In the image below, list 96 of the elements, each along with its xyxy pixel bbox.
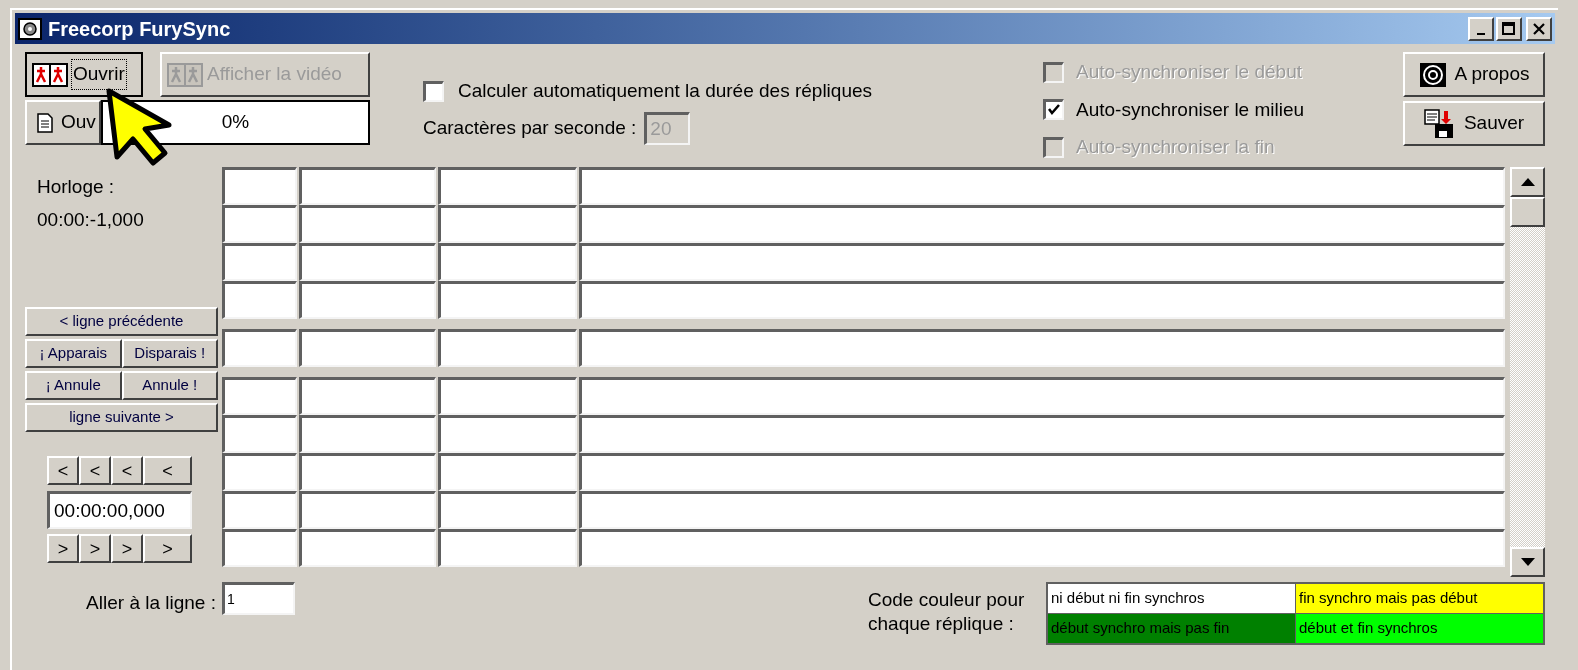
time-field[interactable]: 00:00:00,000	[47, 491, 192, 529]
table-cell[interactable]	[299, 281, 436, 319]
table-cell[interactable]	[438, 491, 577, 529]
legend-swatch: ni début ni fin synchros	[1048, 584, 1295, 613]
table-cell[interactable]	[579, 281, 1505, 319]
legend-swatch: fin synchro mais pas début	[1296, 584, 1543, 613]
table-cell[interactable]	[438, 167, 577, 205]
step-button[interactable]: >	[111, 534, 143, 563]
open-text-button[interactable]: Ouv	[25, 100, 101, 145]
checkbox[interactable]	[1043, 99, 1064, 121]
table-cell[interactable]	[579, 377, 1505, 415]
step-button[interactable]: <	[143, 456, 192, 485]
table-cell[interactable]	[299, 415, 436, 453]
table-cell[interactable]	[299, 529, 436, 567]
table-cell[interactable]	[222, 205, 297, 243]
table-cell[interactable]	[299, 453, 436, 491]
maximize-button[interactable]	[1496, 16, 1522, 41]
clock-value: 00:00:-1,000	[37, 207, 145, 232]
about-button[interactable]: A propos	[1403, 52, 1545, 97]
table-cell[interactable]	[299, 243, 436, 281]
table-cell[interactable]	[222, 243, 297, 281]
nav-button[interactable]: Annule !	[121, 371, 218, 400]
legend-swatch: début et fin synchros	[1296, 614, 1543, 643]
up-arrow-icon	[1520, 178, 1535, 186]
checkbox-label: Auto-synchroniser la fin	[1076, 135, 1275, 159]
table-cell[interactable]	[438, 453, 577, 491]
step-button[interactable]: <	[79, 456, 111, 485]
table-cell[interactable]	[579, 529, 1505, 567]
table-cell[interactable]	[438, 529, 577, 567]
scroll-down-button[interactable]	[1510, 547, 1545, 577]
table-cell[interactable]	[299, 377, 436, 415]
table-cell[interactable]	[438, 329, 577, 367]
legend-label: Code couleur pour chaque réplique :	[868, 588, 1026, 636]
table-cell[interactable]	[438, 205, 577, 243]
nav-button[interactable]: ¡ Annule	[25, 371, 122, 400]
film-strip-icon	[167, 62, 203, 87]
film-strip-icon	[32, 62, 68, 87]
table-cell[interactable]	[222, 415, 297, 453]
scroll-up-button[interactable]	[1510, 167, 1545, 197]
checkbox-label: Calculer automatiquement la durée des répliques	[458, 79, 873, 103]
legend-swatch: début synchro mais pas fin	[1048, 614, 1295, 643]
field-label: Aller à la ligne :	[86, 591, 216, 616]
table-cell[interactable]	[222, 329, 297, 367]
table-cell[interactable]	[222, 453, 297, 491]
checkbox[interactable]	[423, 80, 444, 102]
field-label: Caractères par seconde :	[423, 115, 637, 140]
table-cell[interactable]	[222, 167, 297, 205]
save-button[interactable]: Sauver	[1403, 101, 1545, 146]
nav-button[interactable]: < ligne précédente	[25, 307, 218, 336]
step-button[interactable]: <	[111, 456, 143, 485]
close-button[interactable]	[1526, 16, 1552, 41]
down-arrow-icon	[1520, 558, 1535, 566]
save-icon	[1423, 108, 1456, 139]
clock-label: Horloge :	[37, 175, 116, 199]
step-button[interactable]: >	[143, 534, 192, 563]
table-cell[interactable]	[579, 205, 1505, 243]
table-cell[interactable]	[438, 243, 577, 281]
input-field[interactable]: 1	[222, 582, 295, 615]
check-mark-icon	[1048, 104, 1060, 117]
table-cell[interactable]	[438, 281, 577, 319]
scroll-thumb[interactable]	[1510, 197, 1545, 227]
checkbox-label: Auto-synchroniser le début	[1076, 60, 1302, 84]
nav-button[interactable]: ligne suivante >	[25, 403, 218, 432]
table-cell[interactable]	[299, 205, 436, 243]
table-cell[interactable]	[222, 529, 297, 567]
minimize-button[interactable]	[1468, 16, 1494, 41]
table-cell[interactable]	[299, 167, 436, 205]
step-button[interactable]: <	[47, 456, 79, 485]
step-button[interactable]: >	[47, 534, 79, 563]
maximize-icon	[1502, 21, 1516, 36]
checkbox-label: Auto-synchroniser le milieu	[1076, 97, 1305, 122]
show-video-button: Afficher la vidéo	[160, 52, 370, 97]
table-cell[interactable]	[579, 329, 1505, 367]
scrollbar[interactable]	[1510, 167, 1545, 577]
table-cell[interactable]	[579, 243, 1505, 281]
table-cell[interactable]	[222, 491, 297, 529]
app-icon	[18, 17, 42, 40]
table-cell[interactable]	[299, 491, 436, 529]
table-cell[interactable]	[579, 415, 1505, 453]
close-icon	[1532, 21, 1546, 36]
minimize-icon	[1477, 32, 1485, 35]
table-cell[interactable]	[222, 281, 297, 319]
nav-button[interactable]: Disparais !	[121, 339, 218, 368]
open-button[interactable]: Ouvrir	[25, 52, 143, 97]
document-icon	[37, 112, 53, 133]
step-button[interactable]: >	[79, 534, 111, 563]
table-cell[interactable]	[438, 377, 577, 415]
nav-button[interactable]: ¡ Apparais	[25, 339, 122, 368]
table-cell[interactable]	[579, 453, 1505, 491]
table-cell[interactable]	[579, 167, 1505, 205]
window-title: Freecorp FurySync	[48, 16, 231, 42]
table-cell[interactable]	[299, 329, 436, 367]
progress-text: 0%	[221, 110, 250, 135]
table-cell[interactable]	[438, 415, 577, 453]
table-cell[interactable]	[222, 377, 297, 415]
table-cell[interactable]	[579, 491, 1505, 529]
